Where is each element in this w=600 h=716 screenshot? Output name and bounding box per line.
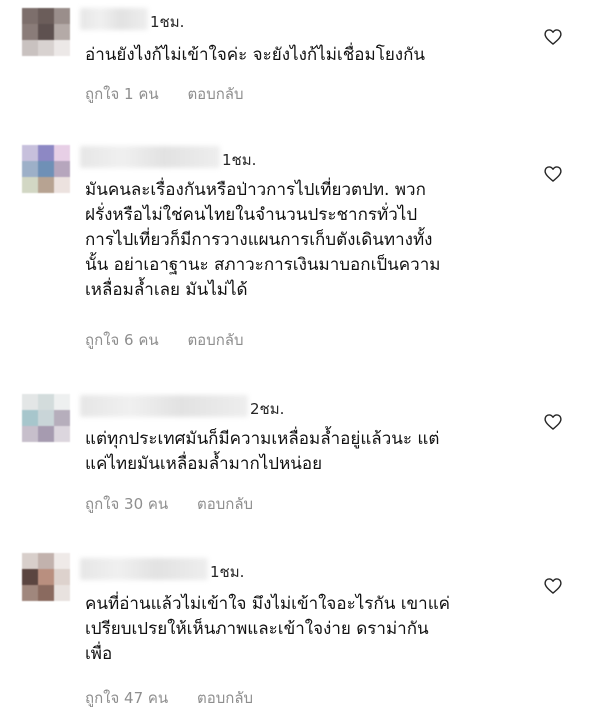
avatar[interactable]: [22, 394, 70, 442]
like-count[interactable]: ถูกใจ 47 คน: [85, 686, 168, 710]
like-count[interactable]: ถูกใจ 30 คน: [85, 492, 168, 516]
username[interactable]: [80, 558, 208, 580]
heart-icon[interactable]: [543, 576, 563, 596]
avatar[interactable]: [22, 8, 70, 56]
avatar[interactable]: [22, 553, 70, 601]
reply-button[interactable]: ตอบกลับ: [187, 82, 243, 106]
reply-button[interactable]: ตอบกลับ: [187, 328, 243, 352]
heart-icon[interactable]: [543, 164, 563, 184]
like-count[interactable]: ถูกใจ 6 คน: [85, 328, 159, 352]
comment-time: 2ชม.: [250, 400, 285, 418]
avatar[interactable]: [22, 145, 70, 193]
comment-text: แต่ทุกประเทศมันก็มีความเหลื่อมล้ำอยู่แล้…: [85, 429, 440, 474]
comment-time: 1ชม.: [222, 151, 257, 169]
username[interactable]: [80, 395, 248, 417]
username[interactable]: [80, 146, 220, 168]
comment-text: อ่านยังไงก้ไม่เข้าใจค่ะ จะยังไงก้ไม่เชื่…: [85, 45, 426, 65]
comment-meta: ถูกใจ 1 คน ตอบกลับ: [85, 82, 244, 106]
comment-time: 1ชม.: [210, 563, 245, 581]
heart-icon[interactable]: [543, 412, 563, 432]
like-count[interactable]: ถูกใจ 1 คน: [85, 82, 159, 106]
reply-button[interactable]: ตอบกลับ: [197, 686, 253, 710]
username[interactable]: [80, 8, 148, 30]
comment-meta: ถูกใจ 30 คน ตอบกลับ: [85, 492, 253, 516]
comment-text: มันคนละเรื่องกันหรือป่าวการไปเที่ยวตปท. …: [85, 180, 441, 300]
comment-meta: ถูกใจ 6 คน ตอบกลับ: [85, 328, 244, 352]
comment-text: คนที่อ่านแล้วไม่เข้าใจ มึงไม่เข้าใจอะไรก…: [85, 594, 451, 664]
comment-meta: ถูกใจ 47 คน ตอบกลับ: [85, 686, 253, 710]
comment-time: 1ชม.: [150, 13, 185, 31]
heart-icon[interactable]: [543, 27, 563, 47]
reply-button[interactable]: ตอบกลับ: [197, 492, 253, 516]
